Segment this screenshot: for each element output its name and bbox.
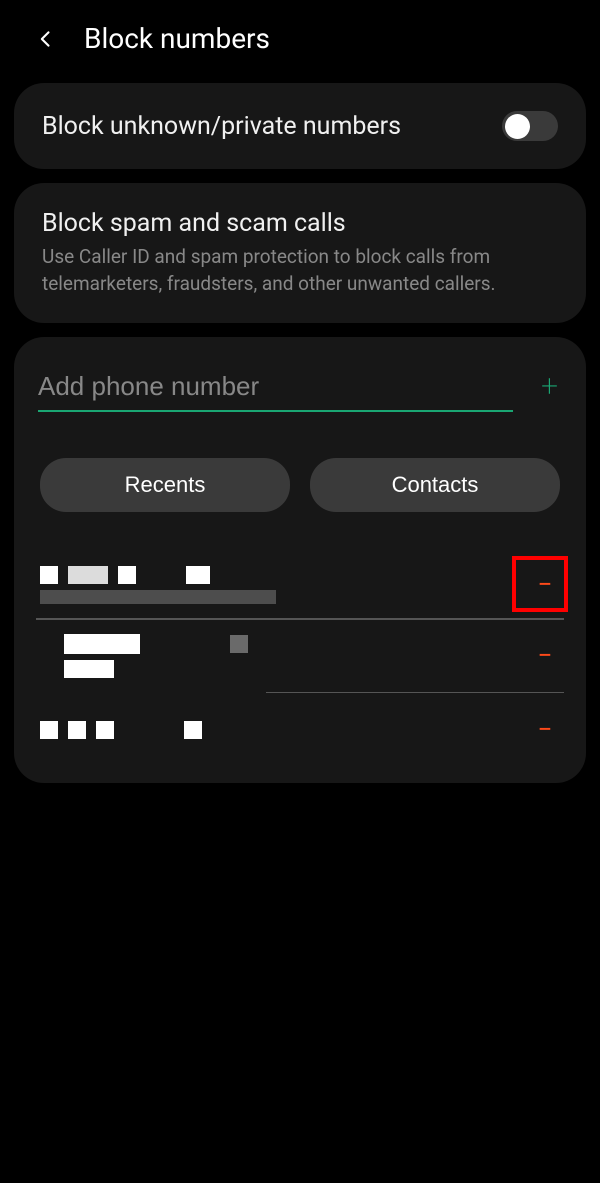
block-spam-card[interactable]: Block spam and scam calls Use Caller ID … xyxy=(14,183,586,323)
back-icon[interactable] xyxy=(36,29,56,49)
blocked-number-item: − xyxy=(36,552,564,618)
blocked-number-text xyxy=(40,566,276,604)
blocked-number-text xyxy=(40,721,202,739)
tab-contacts[interactable]: Contacts xyxy=(310,458,560,512)
blocked-number-item: − xyxy=(36,693,564,767)
block-unknown-card[interactable]: Block unknown/private numbers xyxy=(14,83,586,169)
header: Block numbers xyxy=(0,0,600,75)
plus-icon[interactable]: + xyxy=(541,369,558,408)
blocked-number-item: − xyxy=(36,620,564,692)
add-number-row: + xyxy=(36,365,564,412)
block-spam-description: Use Caller ID and spam protection to blo… xyxy=(42,244,558,297)
remove-icon[interactable]: − xyxy=(530,641,560,671)
blocked-number-text xyxy=(40,634,248,678)
block-spam-title: Block spam and scam calls xyxy=(42,209,558,238)
block-unknown-label: Block unknown/private numbers xyxy=(42,112,401,141)
remove-icon[interactable]: − xyxy=(530,715,560,745)
page-title: Block numbers xyxy=(84,22,270,55)
source-tabs: Recents Contacts xyxy=(36,458,564,512)
remove-icon[interactable]: − xyxy=(530,570,560,600)
block-unknown-toggle[interactable] xyxy=(502,111,558,141)
blocked-numbers-section: + Recents Contacts − xyxy=(14,337,586,783)
toggle-knob xyxy=(505,114,530,139)
tab-recents[interactable]: Recents xyxy=(40,458,290,512)
add-phone-input[interactable] xyxy=(38,365,513,412)
